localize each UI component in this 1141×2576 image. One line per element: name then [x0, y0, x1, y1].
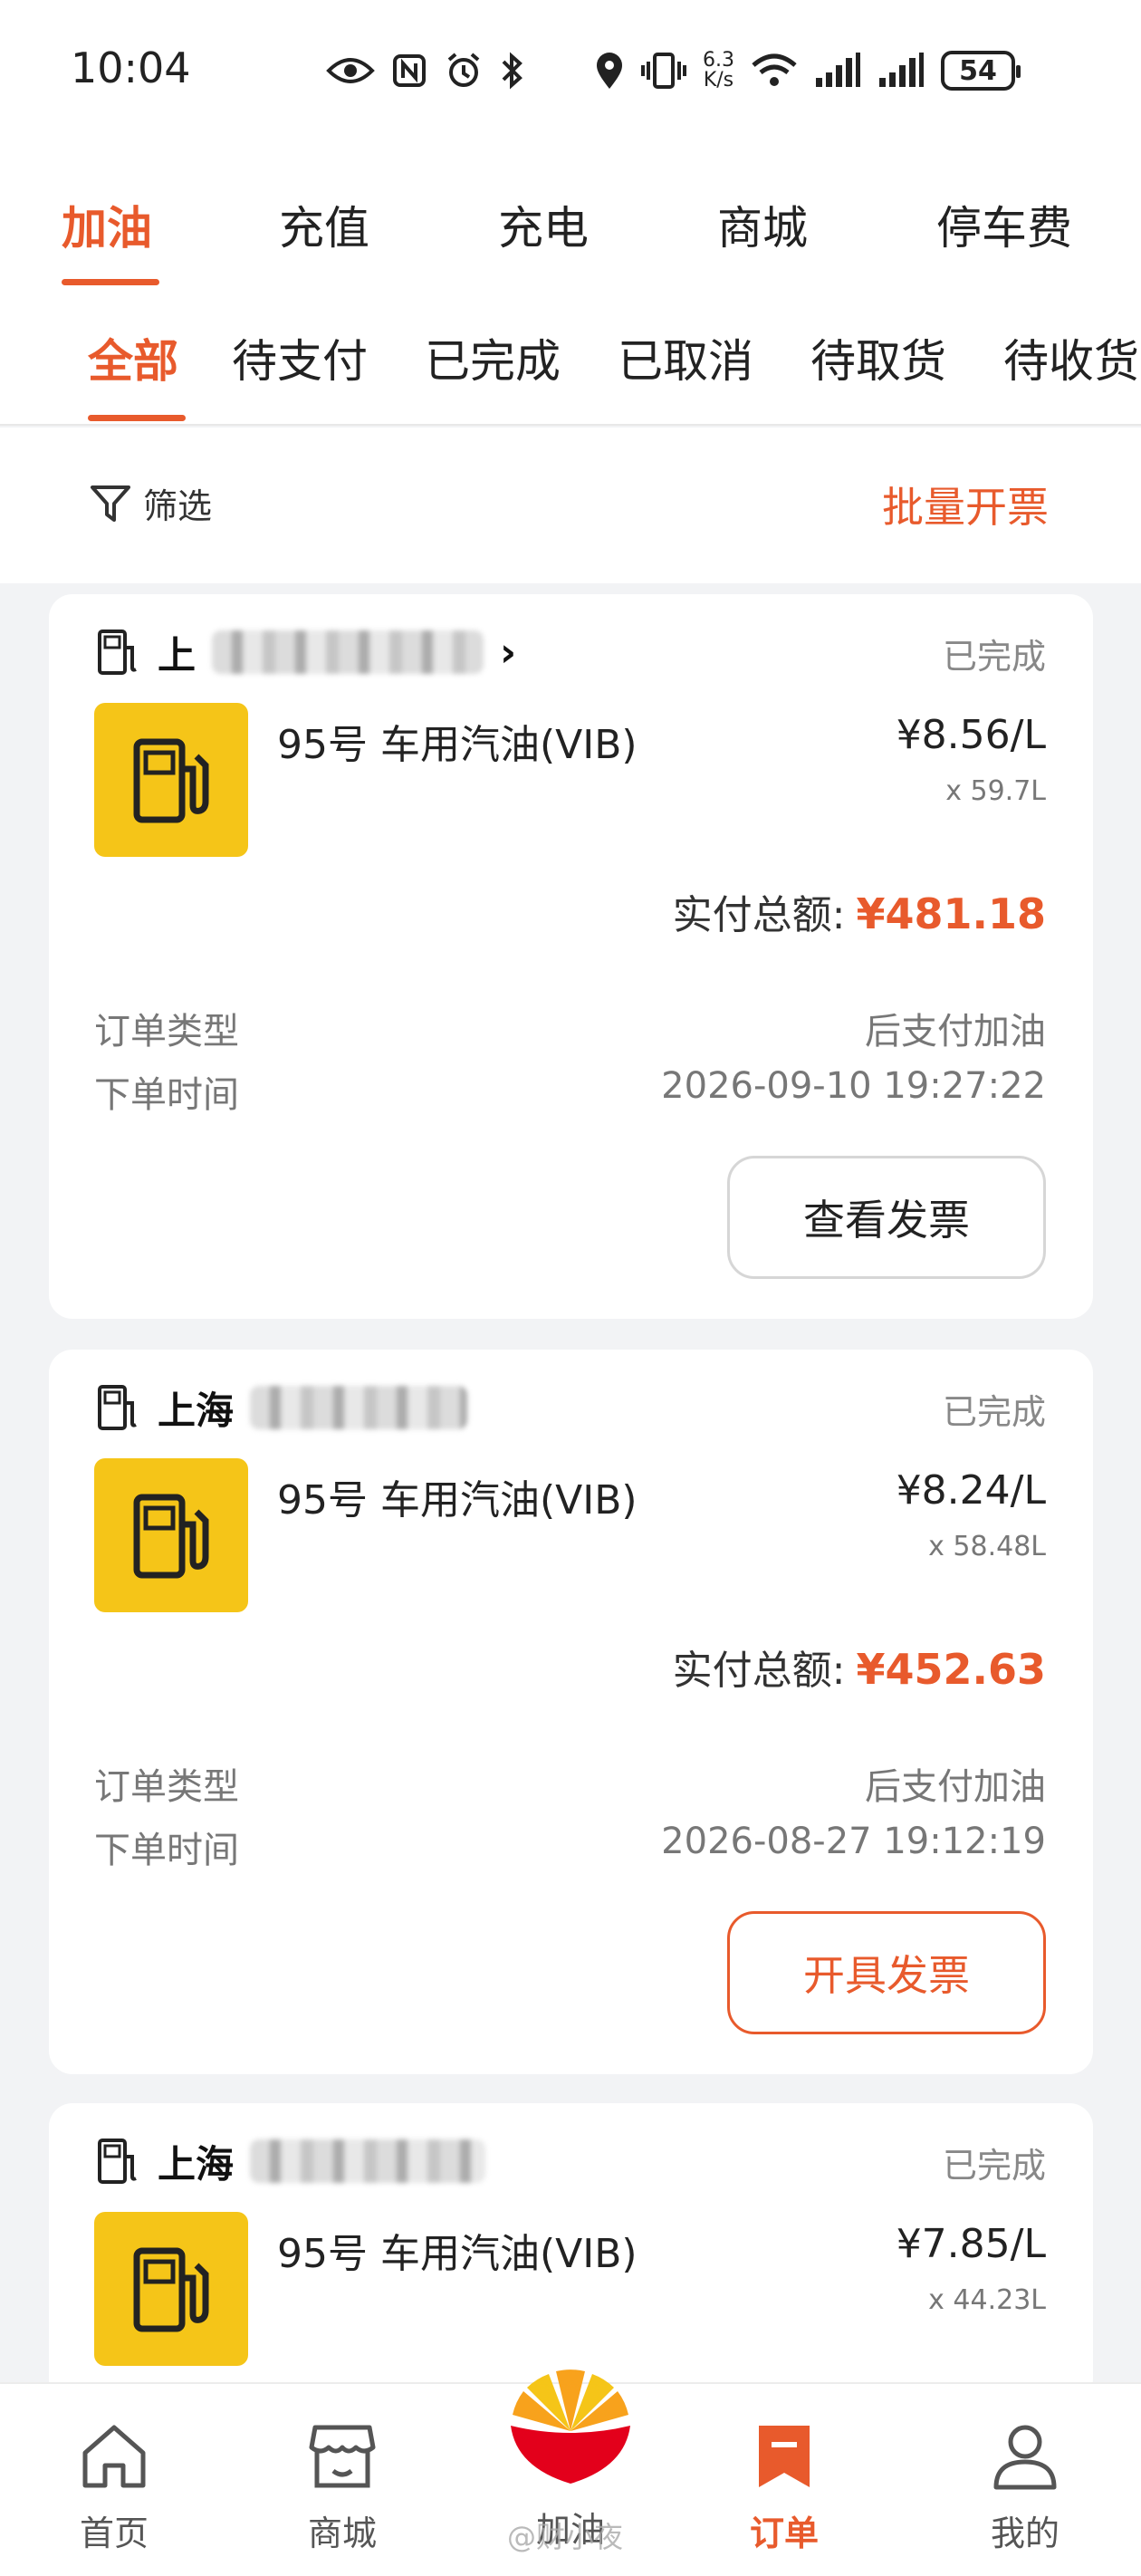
order-status: 已完成 [942, 1392, 1046, 1432]
total-row: 实付总额: ¥481.18 [673, 882, 1046, 940]
nav-orders[interactable]: 订单 [712, 2420, 857, 2555]
product-name: 95号 车用汽油(VIB) [277, 722, 638, 768]
sub-tabs: 全部 待支付 已完成 已取消 待取货 待收货 [0, 285, 1141, 426]
order-time: 2026-09-10 19:27:22 [661, 1065, 1046, 1107]
gas-station-icon [98, 2139, 137, 2184]
chevron-right-icon: › [500, 629, 517, 676]
battery-icon: 54 [941, 51, 1021, 91]
subtab-pending-payment[interactable]: 待支付 [232, 325, 368, 390]
subtab-all[interactable]: 全部 [88, 325, 178, 390]
filter-icon [91, 485, 130, 522]
gas-station-icon [98, 1385, 137, 1430]
petrochina-logo-icon [511, 2369, 630, 2484]
order-time: 2026-08-27 19:12:19 [661, 1821, 1046, 1862]
total-amount: ¥452.63 [856, 1645, 1046, 1694]
station-row[interactable]: 上 › [96, 625, 516, 679]
subtab-pending-receipt[interactable]: 待收货 [1003, 325, 1139, 390]
order-type-label: 订单类型 [94, 1011, 239, 1053]
view-invoice-button[interactable]: 查看发票 [727, 1156, 1046, 1279]
redacted-station-name [250, 2139, 486, 2183]
fuel-product-image [94, 703, 248, 857]
top-tabs: 加油 充值 充电 商城 停车费 [0, 145, 1141, 285]
nav-profile-label: 我的 [990, 2514, 1060, 2553]
unit-price: ¥8.24/L [896, 1467, 1046, 1514]
fuel-product-image [94, 1458, 248, 1612]
order-time-label: 下单时间 [94, 1074, 239, 1116]
station-name: 上海 [158, 2141, 235, 2187]
fuel-pump-icon [133, 1494, 209, 1579]
subtab-cancelled[interactable]: 已取消 [618, 325, 753, 390]
product-name: 95号 车用汽油(VIB) [277, 2231, 638, 2277]
station-row[interactable]: 上海 [96, 2134, 486, 2188]
order-status: 已完成 [942, 637, 1046, 677]
tab-recharge[interactable]: 充值 [279, 192, 369, 257]
tab-parking-fee[interactable]: 停车费 [936, 192, 1072, 257]
filter-label: 筛选 [143, 486, 213, 526]
sub-tab-indicator [88, 415, 186, 421]
order-type: 后支付加油 [865, 1011, 1046, 1053]
top-tab-indicator [62, 279, 159, 285]
nav-home[interactable]: 首页 [42, 2420, 187, 2555]
filter-bar: 筛选 批量开票 [0, 428, 1141, 583]
order-card[interactable]: 上 › 已完成 95号 车用汽油(VIB) ¥8.56/L x 59.7L 实付… [49, 594, 1093, 1319]
total-label: 实付总额: [672, 892, 846, 938]
batch-invoice-button[interactable]: 批量开票 [882, 475, 1049, 534]
shop-icon [309, 2425, 376, 2488]
issue-invoice-button[interactable]: 开具发票 [727, 1911, 1046, 2034]
watermark: @财小夜 [507, 2520, 624, 2554]
redacted-station-name [212, 630, 484, 674]
station-name: 上 [158, 632, 197, 678]
location-icon [597, 53, 622, 89]
vibrate-icon [641, 53, 686, 89]
fuel-pump-icon [133, 2247, 209, 2332]
quantity: x 58.48L [928, 1531, 1046, 1562]
status-bar: 10:04 6.3 K/s 54 [0, 0, 1141, 145]
tab-charging[interactable]: 充电 [498, 192, 589, 257]
unit-price: ¥8.56/L [896, 712, 1046, 758]
nav-mall[interactable]: 商城 [270, 2420, 415, 2555]
product-name: 95号 车用汽油(VIB) [277, 1477, 638, 1523]
nav-profile[interactable]: 我的 [953, 2420, 1098, 2555]
total-amount: ¥481.18 [856, 889, 1046, 938]
signal-icon [816, 53, 860, 87]
eye-icon [326, 58, 375, 83]
order-type: 后支付加油 [865, 1766, 1046, 1808]
status-icons: 6.3 K/s 54 [326, 43, 1021, 98]
bookmark-icon [759, 2426, 810, 2487]
nav-orders-label: 订单 [749, 2514, 819, 2553]
wifi-icon [752, 53, 797, 86]
station-name: 上海 [158, 1388, 235, 1433]
home-icon [82, 2425, 146, 2488]
gas-station-icon [98, 630, 137, 675]
redacted-station-name [250, 1386, 468, 1429]
bluetooth-icon [502, 52, 523, 90]
nav-home-label: 首页 [79, 2514, 149, 2553]
quantity: x 59.7L [945, 775, 1046, 807]
fuel-product-image [94, 2212, 248, 2366]
subtab-pending-pickup[interactable]: 待取货 [810, 325, 946, 390]
unit-price: ¥7.85/L [896, 2221, 1046, 2267]
status-time: 10:04 [71, 43, 191, 92]
order-status: 已完成 [942, 2146, 1046, 2186]
nav-mall-label: 商城 [307, 2514, 377, 2553]
quantity: x 44.23L [928, 2284, 1046, 2316]
alarm-icon [447, 53, 480, 87]
tab-refuel[interactable]: 加油 [62, 192, 152, 257]
filter-button[interactable]: 筛选 [89, 478, 212, 528]
net-speed: 6.3 K/s [703, 49, 734, 91]
tab-mall[interactable]: 商城 [717, 192, 808, 257]
total-row: 实付总额: ¥452.63 [673, 1638, 1046, 1696]
order-time-label: 下单时间 [94, 1830, 239, 1871]
fuel-pump-icon [133, 738, 209, 823]
subtab-completed[interactable]: 已完成 [425, 325, 561, 390]
order-type-label: 订单类型 [94, 1766, 239, 1808]
nfc-icon [393, 54, 426, 87]
total-label: 实付总额: [672, 1648, 846, 1694]
signal-icon [879, 53, 924, 87]
user-icon [993, 2425, 1057, 2490]
order-card[interactable]: 上海 已完成 95号 车用汽油(VIB) ¥8.24/L x 58.48L 实付… [49, 1350, 1093, 2074]
station-row[interactable]: 上海 [96, 1380, 468, 1435]
